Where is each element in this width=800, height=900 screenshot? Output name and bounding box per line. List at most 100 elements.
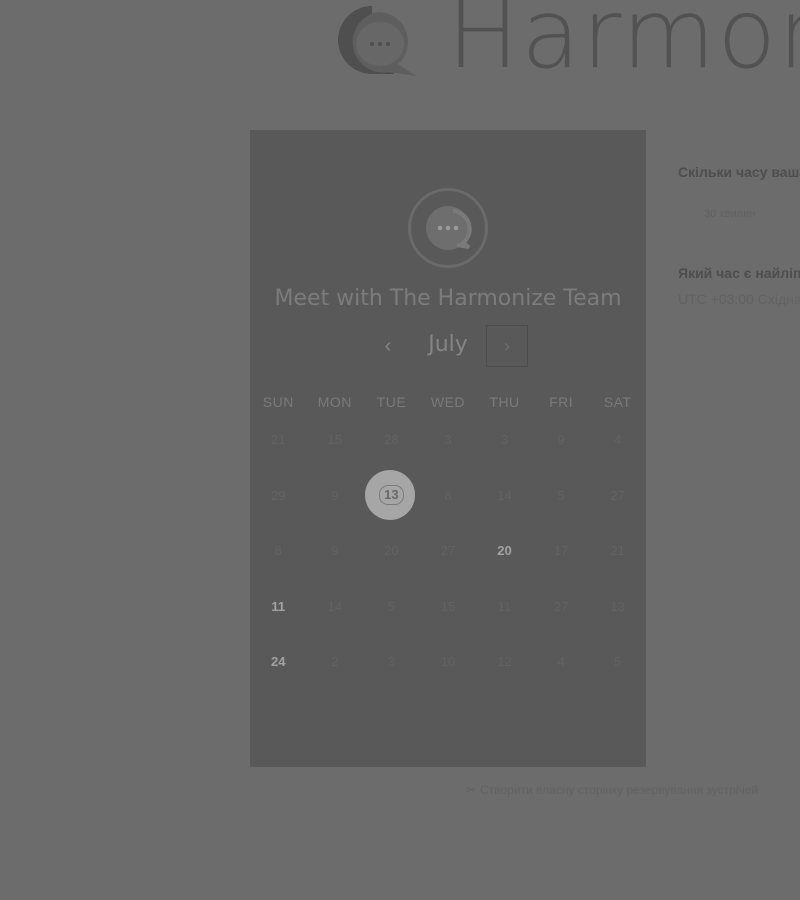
calendar-day-number: 27 [610,487,625,503]
calendar-week-row: 21 15 28 3 3 9 4 [250,412,646,468]
calendar-day-number: 20 [384,543,399,559]
calendar-day: 8 [250,523,307,579]
chat-bubble-icon [426,206,472,250]
calendar-day-number: 3 [500,432,509,448]
calendar-day: 4 [533,634,590,690]
calendar-day-number: 11 [497,598,512,614]
calendar-day-number: 15 [327,432,343,448]
calendar-day: 15 [420,579,477,635]
calendar-day: 8 [420,468,477,524]
duration-question: Скільки часу ваша зустріч? [678,164,800,180]
calendar-day: 10 [420,634,477,690]
calendar-day-selected[interactable]: 13 [363,468,420,524]
calendar-day: 27 [533,579,590,635]
calendar-day: 9 [533,412,590,468]
next-month-button[interactable]: › [486,325,528,367]
calendar-day: 9 [307,468,364,524]
calendar-day-number: 12 [497,654,512,670]
calendar-day-number: 14 [327,598,343,614]
calendar-day-number: 29 [271,487,286,503]
weekday-header: SUN MON TUE WED THU FRI SAT [250,394,646,410]
calendar-week-row: 11 14 5 15 11 27 13 [250,579,646,635]
calendar-week-row: 29 9 13 8 14 5 27 [250,468,646,524]
weekday-label: SAT [603,394,632,410]
calendar-day: 3 [420,412,477,468]
weekday-label: FRI [549,394,574,410]
avatar [408,188,488,268]
calendar-day[interactable]: 20 [476,523,533,579]
weekday-label: WED [430,394,466,410]
calendar-day: 14 [476,468,533,524]
calendar-day: 9 [307,523,364,579]
create-booking-page-label: Створити власну сторінку резервування зу… [480,783,759,797]
calendar-day-number: 3 [387,654,396,670]
calendar-day: 11 [476,579,533,635]
calendar-day[interactable]: 11 [250,579,307,635]
calendar-day-number: 28 [384,432,399,448]
calendar-day: 5 [589,634,646,690]
timezone-selector[interactable]: UTC +03:00 Східна Європа [678,291,800,307]
calendar-day-number: 20 [497,543,512,559]
calendar-day: 5 [533,468,590,524]
calendar-day-number: 5 [387,598,396,614]
calendar-day-number: 5 [557,487,565,503]
calendar-day: 27 [589,468,646,524]
calendar-day-number: 15 [440,598,456,614]
weekday-label: MON [317,394,352,410]
time-question: Який час є найліпшим для вас? [678,265,800,281]
calendar-day-number: 27 [440,543,456,559]
calendar-week-row: 8 9 20 27 20 17 21 [250,523,646,579]
calendar-day-number: 24 [271,654,286,670]
page-title: Meet with The Harmonize Team [274,286,622,311]
calendar-day: 12 [476,634,533,690]
calendar-day-number: 27 [553,598,569,614]
calendar-day: 28 [363,412,420,468]
booking-details: Скільки часу ваша зустріч? 30 хвилин Яки… [678,0,800,320]
calendar-day-number: 9 [331,543,339,559]
harmonize-logo-icon [338,6,416,76]
weekday-label: TUE [376,394,407,410]
calendar-day: 2 [307,634,364,690]
calendar-day-number: 5 [614,654,622,670]
create-booking-page-link[interactable]: ✂ Створити власну сторінку резервування з… [466,783,800,803]
prev-month-button[interactable]: ‹ [378,331,398,361]
weekday-label: THU [489,394,520,410]
month-navigation: ‹ July › [250,325,646,367]
calendar-day-number: 10 [440,654,456,670]
calendar-day-number: 14 [497,487,512,503]
calendar-day: 5 [363,579,420,635]
calendar-day-number: 2 [331,654,339,670]
calendar-grid: 21 15 28 3 3 9 4 29 9 13 8 14 5 27 8 9 20 27 20 17 21 11 14 5 15… [250,412,646,690]
calendar-day-number: 21 [610,543,625,559]
calendar-day-number: 21 [271,432,286,448]
scissors-icon: ✂ [466,783,477,797]
calendar-day: 29 [250,468,307,524]
calendar-day-number: 17 [553,543,569,559]
calendar-day-number: 4 [557,654,565,670]
calendar-day-number: 13 [379,485,404,506]
calendar-day: 4 [589,412,646,468]
weekday-label: SUN [262,394,294,410]
calendar-day: 21 [589,523,646,579]
calendar-day-number: 11 [271,598,286,614]
calendar-day: 20 [363,523,420,579]
calendar-day-number: 9 [331,487,339,503]
calendar-day[interactable]: 24 [250,634,307,690]
calendar-day: 21 [250,412,307,468]
duration-option[interactable]: 30 хвилин [704,208,755,220]
calendar-day: 15 [307,412,364,468]
calendar-day: 17 [533,523,590,579]
calendar-day: 3 [363,634,420,690]
calendar-day-number: 9 [557,432,565,448]
calendar-day: 14 [307,579,364,635]
calendar-day-number: 3 [444,432,452,448]
calendar-day: 13 [589,579,646,635]
calendar-day-number: 8 [274,543,282,559]
month-label: July [428,332,468,357]
calendar-day-number: 8 [444,487,452,503]
calendar-week-row: 24 2 3 10 12 4 5 [250,634,646,690]
calendar-day-number: 13 [610,598,625,614]
calendar-day: 3 [476,412,533,468]
calendar-day-number: 4 [614,432,622,448]
calendar-panel: Meet with The Harmonize Team ‹ July › SU… [250,130,646,767]
